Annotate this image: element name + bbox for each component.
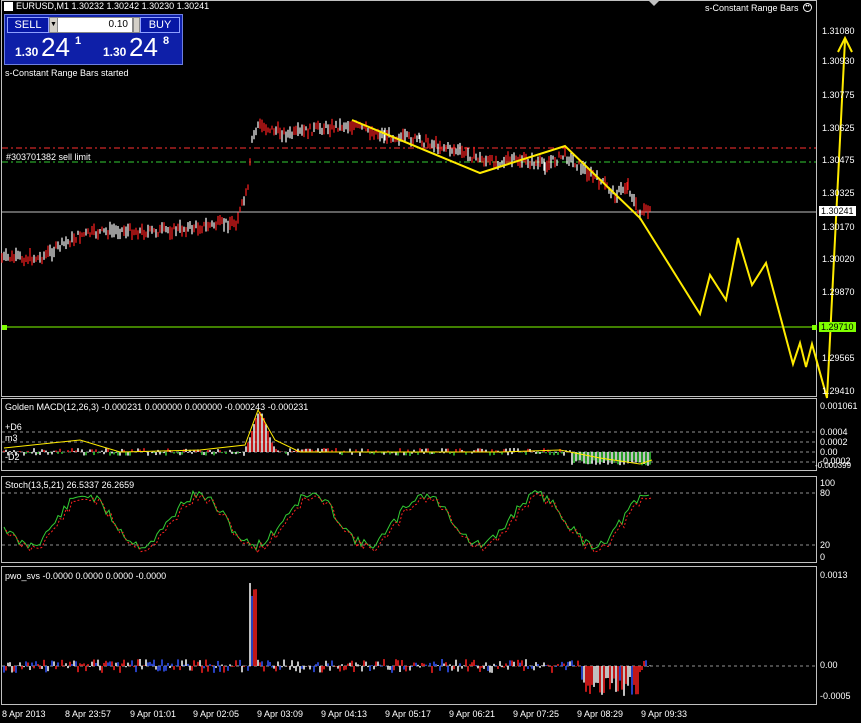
price-axis-label: 1.29410	[822, 386, 855, 396]
price-axis-label: 1.30325	[822, 188, 855, 198]
time-axis-label: 9 Apr 05:17	[385, 709, 432, 719]
buy-button[interactable]: BUY	[140, 17, 180, 33]
stoch-axis-label: 0	[820, 552, 826, 562]
price-axis-label: 1.29565	[822, 353, 855, 363]
chart-canvas	[1, 35, 853, 696]
sell-price[interactable]: 1.30 24 1	[7, 32, 93, 62]
scroll-marker-icon	[648, 0, 660, 6]
pwo-axis-label: -0.0005	[820, 691, 851, 701]
macd-axis-label: 0.0002	[820, 437, 848, 447]
stoch-axis-label: 80	[820, 488, 831, 498]
time-axis-label: 8 Apr 2013	[2, 709, 46, 719]
price-axis-label: 1.30020	[822, 254, 855, 264]
smiley-icon: ••	[803, 3, 812, 12]
macd-label-d6: +D6	[5, 422, 22, 432]
price-axis-label: 1.31080	[822, 26, 855, 36]
macd-label-m3: m3	[5, 433, 18, 443]
macd-axis-label: -0.000399	[815, 461, 852, 470]
time-axis-label: 9 Apr 09:33	[641, 709, 688, 719]
indicator-name: s-Constant Range Bars	[705, 3, 799, 13]
time-axis-label: 9 Apr 02:05	[193, 709, 240, 719]
time-axis-label: 9 Apr 01:01	[130, 709, 177, 719]
sell-price-point: 1	[75, 35, 82, 47]
chart-menu-icon[interactable]	[4, 2, 13, 11]
price-axis-label: 1.30475	[822, 155, 855, 165]
time-axis-label: 8 Apr 23:57	[65, 709, 112, 719]
lot-size-input[interactable]: 0.10	[57, 17, 133, 33]
green-level-marker	[2, 325, 7, 330]
order-label[interactable]: #303701382 sell limit	[6, 152, 91, 162]
buy-price[interactable]: 1.30 24 8	[95, 32, 181, 62]
macd-title: Golden MACD(12,26,3) -0.000231 0.000000 …	[5, 402, 309, 412]
time-axis-label: 9 Apr 07:25	[513, 709, 560, 719]
pwo-title: pwo_svs -0.0000 0.0000 0.0000 -0.0000	[5, 571, 167, 581]
macd-axis-label: 0.0004	[820, 427, 848, 437]
green-level-tag: 1.29710	[819, 322, 856, 332]
stoch-axis-label: 20	[820, 540, 831, 550]
time-axis-label: 9 Apr 08:29	[577, 709, 624, 719]
pwo-axis-label: 0.0013	[820, 570, 848, 580]
price-axis-label: 1.29870	[822, 287, 855, 297]
stoch-axis-label: 100	[820, 478, 836, 488]
buy-price-point: 8	[163, 35, 170, 47]
started-message: s-Constant Range Bars started	[5, 68, 129, 78]
stoch-main-line	[3, 489, 650, 552]
macd-signal-line	[3, 408, 653, 465]
time-axis-label: 9 Apr 03:09	[257, 709, 304, 719]
sell-price-pips: 24	[41, 32, 70, 62]
price-axis-label: 1.30170	[822, 222, 855, 232]
price-axis-label: 1.30930	[822, 56, 855, 66]
symbol-info: EURUSD,M1 1.30232 1.30242 1.30230 1.3024…	[16, 1, 210, 11]
stoch-title: Stoch(13,5,21) 26.5337 26.2659	[5, 480, 135, 490]
time-axis-label: 9 Apr 06:21	[449, 709, 496, 719]
lot-stepper-icon[interactable]	[133, 17, 140, 33]
sell-price-prefix: 1.30	[15, 45, 39, 59]
time-axis-label: 9 Apr 04:13	[321, 709, 368, 719]
macd-label-d2: -D2	[5, 452, 20, 462]
current-price-tag: 1.30241	[819, 206, 856, 216]
price-axis-label: 1.30625	[822, 123, 855, 133]
one-click-trading-panel: SELL ▼ 0.10 BUY 1.30 24 1 1.30 24 8	[4, 14, 183, 65]
buy-price-pips: 24	[129, 32, 158, 62]
sell-button[interactable]: SELL	[7, 17, 49, 33]
annotation-forecast	[639, 39, 846, 399]
green-level-marker	[812, 325, 817, 330]
annotation-zigzag	[351, 119, 641, 219]
pwo-axis-label: 0.00	[820, 660, 838, 670]
buy-price-prefix: 1.30	[103, 45, 127, 59]
price-axis-label: 1.30775	[822, 90, 855, 100]
macd-axis-label: 0.001061	[820, 401, 858, 411]
